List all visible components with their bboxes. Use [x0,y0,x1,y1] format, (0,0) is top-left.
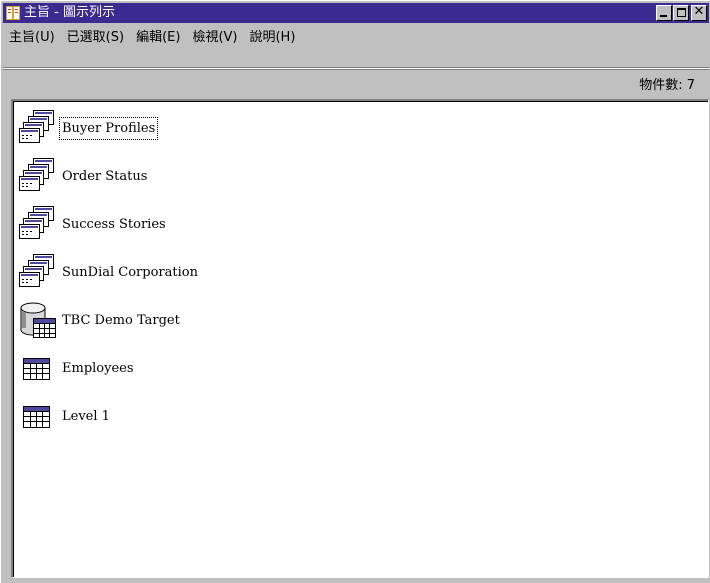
list-item[interactable]: Buyer Profiles [19,104,201,152]
database-table-icon [19,300,59,340]
table-icon [19,396,59,436]
maximize-button[interactable] [673,5,689,21]
list-item-label: TBC Demo Target [62,312,180,328]
title-bar[interactable]: 主旨 - 圖示列示 ✕ [3,3,709,23]
list-item[interactable]: Level 1 [19,392,201,440]
window-title: 主旨 - 圖示列示 [24,5,115,20]
menu-view[interactable]: 檢視(V) [192,26,237,45]
list-item-label: Order Status [62,168,148,184]
info-bar: 物件數: 7 [3,69,709,97]
object-list: Buyer Profiles Order Status Success Stor… [19,104,201,440]
menu-bar: 主旨(U) 已選取(S) 編輯(E) 檢視(V) 說明(H) [3,23,709,47]
list-item-label: Buyer Profiles [59,116,159,140]
table-icon [19,348,59,388]
menu-subject[interactable]: 主旨(U) [9,26,55,45]
stacked-windows-icon [19,108,59,148]
window-controls: ✕ [655,4,707,21]
list-item-label: Level 1 [62,408,110,424]
menu-help[interactable]: 說明(H) [249,26,295,45]
object-count: 物件數: 7 [639,78,695,93]
minimize-button[interactable] [656,5,672,21]
list-item-label: Employees [62,360,134,376]
list-item[interactable]: SunDial Corporation [19,248,201,296]
list-item[interactable]: Employees [19,344,201,392]
list-item-label: SunDial Corporation [62,264,198,280]
stacked-windows-icon [19,204,59,244]
stacked-windows-icon [19,252,59,292]
list-item[interactable]: Order Status [19,152,201,200]
info-bar-inset [13,72,707,96]
close-icon: ✕ [693,4,705,19]
close-button[interactable]: ✕ [691,4,707,21]
menu-selected[interactable]: 已選取(S) [67,26,124,45]
menu-edit[interactable]: 編輯(E) [136,26,180,45]
icon-list-view[interactable]: Buyer Profiles Order Status Success Stor… [11,99,709,578]
list-item[interactable]: TBC Demo Target [19,296,201,344]
minimize-icon [660,15,667,17]
app-icon[interactable] [6,6,20,20]
list-item-label: Success Stories [62,216,166,232]
stacked-windows-icon [19,156,59,196]
list-item[interactable]: Success Stories [19,200,201,248]
app-window: 主旨 - 圖示列示 ✕ 主旨(U) 已選取(S) 編輯(E) 檢視(V) 說明(… [0,0,710,583]
maximize-icon [677,8,686,17]
